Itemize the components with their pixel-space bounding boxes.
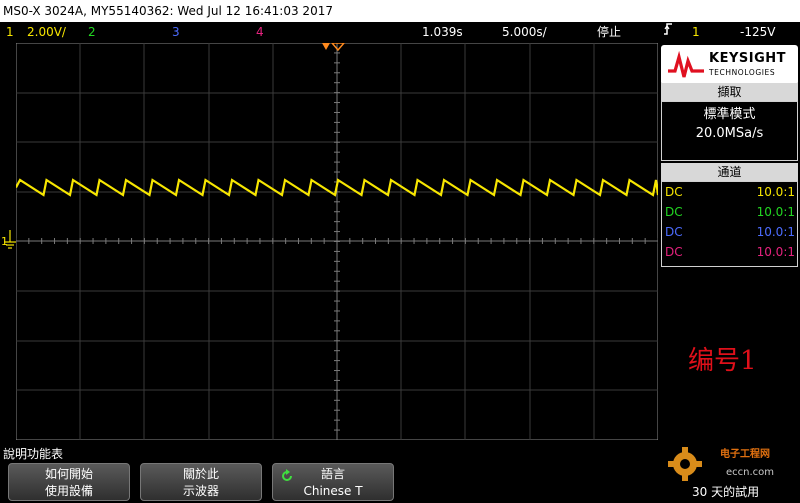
acquisition-panel[interactable]: 標準模式 20.0MSa/s — [661, 101, 798, 161]
acquisition-header[interactable]: 擷取 — [661, 83, 798, 101]
ch4-label[interactable]: 4 — [256, 22, 264, 42]
watermark: 电子工程网 eccn.com 30 天的試用 — [660, 440, 800, 503]
channel-row-4[interactable]: DC 10.0:1 — [662, 242, 797, 262]
gear-icon — [668, 447, 702, 481]
right-info-panel: KEYSIGHT TECHNOLOGIES 擷取 標準模式 20.0MSa/s … — [660, 43, 800, 440]
ch1-probe: 10.0:1 — [756, 185, 795, 199]
status-bar: 1 2.00V/ 2 3 4 1.039s 5.000s/ 停止 1 -125V — [0, 22, 800, 42]
softkey-3-line2: Chinese T — [303, 484, 363, 498]
annotation-label: 编号1 — [688, 346, 757, 376]
brand-name: KEYSIGHT — [709, 51, 786, 66]
ch3-probe: 10.0:1 — [756, 225, 795, 239]
watermark-url: eccn.com — [726, 467, 775, 478]
keysight-wave-icon — [668, 51, 704, 78]
about-scope-button[interactable]: 關於此 示波器 — [140, 463, 262, 501]
trial-notice: 30 天的試用 — [692, 485, 760, 499]
ch1-coupling: DC — [665, 185, 683, 199]
trigger-channel[interactable]: 1 — [692, 22, 700, 42]
instrument-title: MS0-X 3024A, MY55140362: Wed Jul 12 16:4… — [3, 4, 333, 18]
title-bar: MS0-X 3024A, MY55140362: Wed Jul 12 16:4… — [0, 0, 800, 22]
acquisition-mode: 標準模式 — [703, 107, 756, 122]
keysight-logo: KEYSIGHT TECHNOLOGIES — [661, 45, 798, 85]
ch4-probe: 10.0:1 — [756, 245, 795, 259]
watermark-site: 电子工程网 — [720, 449, 770, 460]
timebase[interactable]: 5.000s/ — [502, 22, 547, 42]
softkey-1-line2: 使用設備 — [44, 484, 93, 498]
ch1-scale[interactable]: 2.00V/ — [27, 22, 66, 42]
channel-row-3[interactable]: DC 10.0:1 — [662, 222, 797, 242]
waveform-graticule[interactable] — [16, 43, 658, 440]
softkey-1-line1: 如何開始 — [44, 467, 93, 481]
time-offset[interactable]: 1.039s — [422, 22, 463, 42]
rotate-knob-icon — [282, 469, 292, 481]
ch2-label[interactable]: 2 — [88, 22, 96, 42]
ch1-ground-marker[interactable]: 1 — [0, 228, 16, 258]
channels-panel[interactable]: DC 10.0:1 DC 10.0:1 DC 10.0:1 DC 10.0:1 — [661, 181, 798, 267]
language-button[interactable]: 語言 Chinese T — [272, 463, 394, 501]
brand-sub: TECHNOLOGIES — [709, 68, 776, 77]
ch2-probe: 10.0:1 — [756, 205, 795, 219]
softkey-menu-title: 說明功能表 — [3, 447, 64, 461]
softkey-2-line1: 關於此 — [182, 467, 219, 481]
run-state[interactable]: 停止 — [597, 22, 621, 42]
softkey-2-line2: 示波器 — [182, 484, 219, 498]
ch3-label[interactable]: 3 — [172, 22, 180, 42]
ch1-label[interactable]: 1 — [6, 22, 14, 42]
sample-rate: 20.0MSa/s — [695, 126, 764, 141]
ch2-coupling: DC — [665, 205, 683, 219]
getting-started-button[interactable]: 如何開始 使用設備 — [8, 463, 130, 501]
channel-row-2[interactable]: DC 10.0:1 — [662, 202, 797, 222]
trigger-edge-icon — [663, 22, 673, 42]
channels-header[interactable]: 通道 — [661, 163, 798, 181]
ground-icon — [4, 230, 16, 249]
ch4-coupling: DC — [665, 245, 683, 259]
trigger-level[interactable]: -125V — [740, 22, 775, 42]
ch3-coupling: DC — [665, 225, 683, 239]
channel-row-1[interactable]: DC 10.0:1 — [662, 182, 797, 202]
